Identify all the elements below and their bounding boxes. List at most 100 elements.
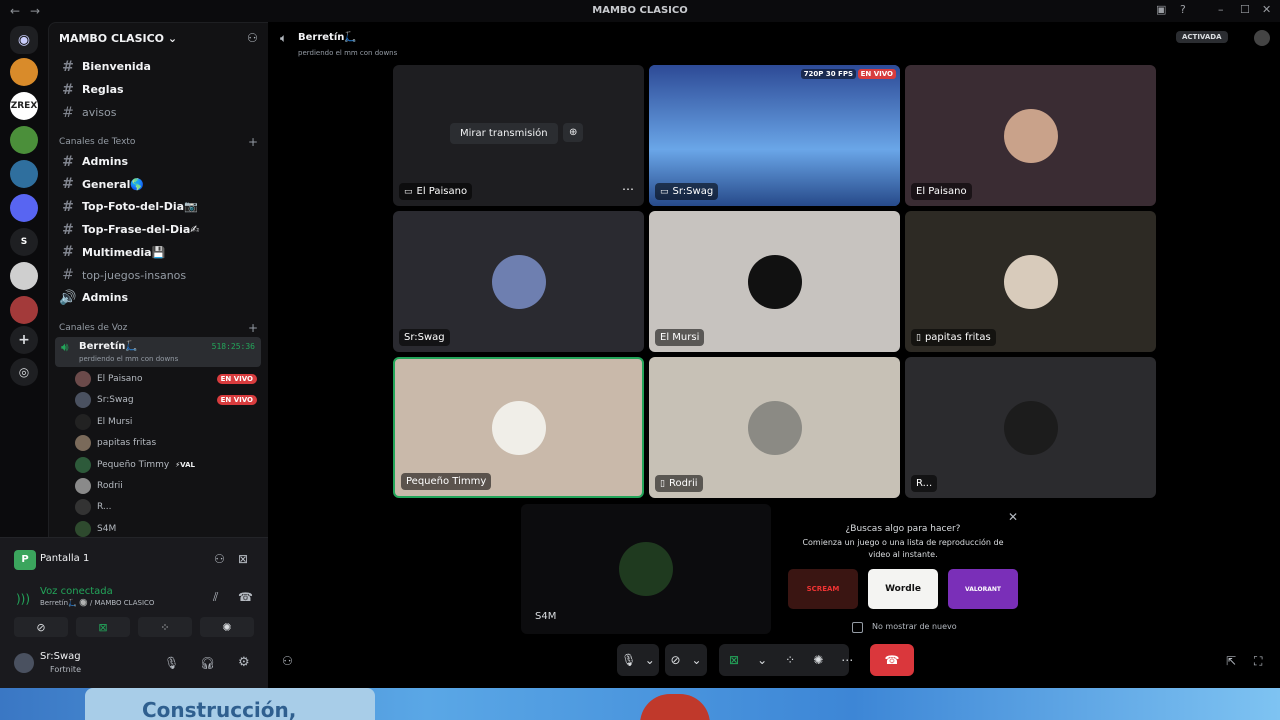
screen-share-button[interactable]: ⊠ — [76, 617, 130, 637]
voice-status[interactable]: Voz conectada — [40, 586, 113, 597]
user-activity: Fortnite — [50, 665, 81, 674]
avatar — [1003, 108, 1058, 163]
participant-tile[interactable]: El Mursi — [649, 211, 900, 352]
voice-user[interactable]: El Paisano EN VIVO — [75, 369, 261, 389]
voice-channel-active[interactable]: 🔊︎ Berretín🛴 518:25:36 perdiendo el mm con … — [55, 337, 261, 367]
channel-item[interactable]: # avisos — [55, 102, 261, 123]
more-icon: ⋯ — [841, 653, 854, 667]
channel-status[interactable]: perdiendo el mm con downs — [298, 49, 397, 57]
participant-tile[interactable]: Pequeño Timmy — [393, 357, 644, 498]
stream-settings-icon[interactable]: ⚇ — [214, 552, 225, 566]
game-card[interactable]: SCREAM — [788, 569, 858, 609]
avatar — [491, 254, 546, 309]
server-icon[interactable] — [10, 126, 38, 154]
add-channel-icon[interactable]: + — [248, 135, 258, 149]
server-icon[interactable] — [10, 296, 38, 324]
mic-icon: 🎙︎ — [621, 653, 637, 667]
maximize-icon[interactable]: ☐ — [1240, 3, 1250, 16]
category-voice[interactable]: Canales de Voz — [59, 323, 127, 333]
server-icon[interactable] — [10, 58, 38, 86]
channel-item[interactable]: # Admins — [55, 151, 261, 172]
voice-location[interactable]: Berretín🛴 🔘 / MAMBO CLASICO — [40, 599, 154, 607]
disconnect-icon[interactable]: ☎ — [238, 590, 253, 604]
channel-item[interactable]: # Multimedia💾 — [55, 242, 261, 263]
popout-icon[interactable]: ⇱ — [1226, 654, 1236, 668]
close-icon[interactable]: ✕ — [1008, 510, 1018, 524]
noise-suppression-icon[interactable]: ⫽ — [213, 590, 218, 605]
participant-label: R... — [911, 475, 938, 492]
participant-tile[interactable]: Sr:Swag — [393, 211, 644, 352]
promo-body: Comienza un juego o una lista de reprodu… — [802, 538, 1004, 559]
avatar — [75, 456, 91, 473]
screen-share-control[interactable]: ⊠ ⌄ ⁘ ✺ ⋯ — [719, 644, 853, 676]
server-icon[interactable] — [10, 262, 38, 290]
channel-item[interactable]: # top-juegos-insanos — [55, 265, 261, 286]
server-name[interactable]: MAMBO CLASICO ⌄ — [59, 32, 177, 45]
voice-user[interactable]: Sr:Swag EN VIVO — [75, 390, 261, 410]
mic-icon[interactable]: 🎙︎ — [164, 656, 179, 670]
avatar[interactable] — [14, 653, 34, 673]
channel-item[interactable]: # Reglas — [55, 79, 261, 100]
discord-home-icon[interactable]: ◉ — [10, 26, 38, 54]
voice-user[interactable]: El Mursi — [75, 412, 261, 432]
close-window-icon[interactable]: ✕ — [1262, 3, 1271, 16]
camera-toggle-button[interactable]: ⊘ — [14, 617, 68, 637]
gear-icon[interactable]: ⚙ — [238, 655, 250, 670]
channel-name: Multimedia💾 — [82, 245, 166, 259]
inbox-icon[interactable]: ▣ — [1156, 3, 1166, 16]
channel-item[interactable]: # Top-Foto-del-Dia📷 — [55, 196, 261, 217]
fullscreen-icon[interactable]: ⛶ — [1254, 654, 1262, 669]
server-icon[interactable]: ZREX — [10, 92, 38, 120]
activities-icon: ⁘ — [785, 653, 796, 667]
participant-tile[interactable]: Mirar transmisión ⊕ ⋯ ▭ El Paisano — [393, 65, 644, 206]
server-icon[interactable] — [10, 194, 38, 222]
server-icon[interactable]: S — [10, 228, 38, 256]
voice-user[interactable]: Pequeño Timmy ⚡VAL — [75, 455, 261, 475]
game-card[interactable]: VALORANT — [948, 569, 1018, 609]
participant-tile[interactable]: El Paisano — [905, 65, 1156, 206]
voice-user[interactable]: R... — [75, 497, 261, 517]
channel-item[interactable]: # Bienvenida — [55, 56, 261, 77]
participant-name: S4M — [535, 611, 557, 622]
participant-tile[interactable]: ▯ Rodrii — [649, 357, 900, 498]
voice-user[interactable]: Rodrii — [75, 476, 261, 496]
headphones-icon[interactable]: 🎧︎ — [200, 656, 215, 670]
watch-stream-button[interactable]: Mirar transmisión — [450, 123, 558, 144]
channel-item[interactable]: 🔊 Admins — [55, 287, 261, 308]
more-icon[interactable]: ⋯ — [622, 182, 634, 196]
participant-tile[interactable]: R... — [905, 357, 1156, 498]
avatar[interactable] — [1254, 30, 1270, 46]
participant-label: El Paisano — [911, 183, 972, 200]
add-user-icon[interactable]: ⚇ — [282, 654, 293, 668]
activada-badge[interactable]: ACTIVADA — [1176, 31, 1228, 43]
add-server-icon[interactable]: + — [10, 326, 38, 354]
stop-stream-icon[interactable]: ⊠ — [238, 552, 248, 566]
mic-control[interactable]: 🎙︎ ⌄ — [617, 644, 659, 676]
avatar — [75, 520, 91, 537]
channel-item[interactable]: # Top-Frase-del-Dia✍ — [55, 219, 261, 240]
participant-tile[interactable]: ▯ papitas fritas — [905, 211, 1156, 352]
voice-user[interactable]: S4M — [75, 519, 261, 539]
minimize-icon[interactable]: – — [1218, 3, 1224, 16]
voice-user-name: Sr:Swag — [97, 395, 134, 406]
voice-user[interactable]: papitas fritas — [75, 433, 261, 453]
invite-icon[interactable]: ⚇ — [247, 31, 258, 45]
user-name[interactable]: Sr:Swag — [40, 651, 81, 662]
participant-name: Sr:Swag — [672, 186, 714, 197]
game-card[interactable]: Wordle — [868, 569, 938, 609]
discover-icon[interactable]: ◎ — [10, 358, 38, 386]
channel-title: Berretín🛴 — [298, 32, 357, 43]
disconnect-button[interactable]: ☎ — [870, 644, 914, 676]
help-icon[interactable]: ? — [1180, 3, 1186, 16]
checkbox[interactable] — [852, 622, 863, 633]
activities-button[interactable]: ⁘ — [138, 617, 192, 637]
camera-control[interactable]: ⊘ ⌄ — [665, 644, 707, 676]
participant-tile[interactable]: S4M — [521, 504, 771, 634]
participant-tile[interactable]: 720P 30 FPS EN VIVO ▭ Sr:Swag — [649, 65, 900, 206]
channel-item[interactable]: # General🌎 — [55, 174, 261, 195]
add-channel-icon[interactable]: + — [248, 321, 258, 335]
popout-stream-icon[interactable]: ⊕ — [563, 123, 584, 142]
server-icon[interactable] — [10, 160, 38, 188]
soundboard-button[interactable]: ✺ — [200, 617, 254, 637]
category-text[interactable]: Canales de Texto — [59, 137, 135, 147]
